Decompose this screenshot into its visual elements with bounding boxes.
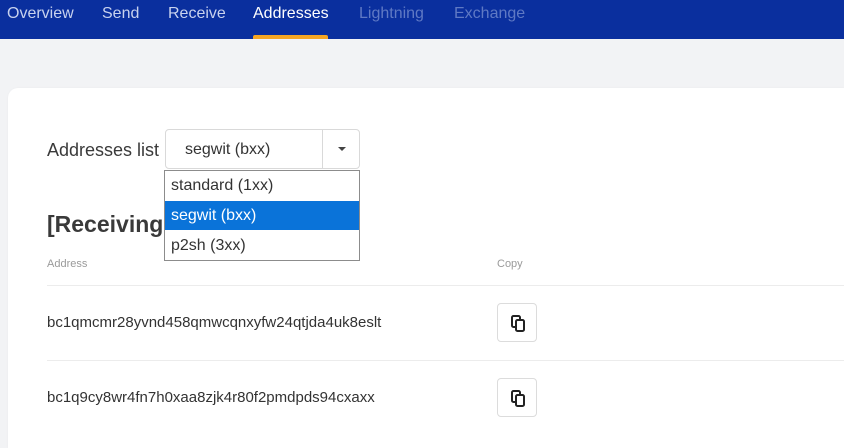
address-value: bc1q9cy8wr4fn7h0xaa8zjk4r80f2pmdpds94cxa… (47, 389, 375, 406)
address-type-select-value: segwit (bxx) (185, 141, 271, 158)
copy-icon (511, 315, 525, 332)
column-header-address: Address (47, 258, 88, 270)
tab-exchange: Exchange (454, 5, 526, 22)
address-value: bc1qmcmr28yvnd458qmwcqnxyfw24qtjda4uk8es… (47, 314, 382, 331)
tab-lightning: Lightning (359, 5, 424, 22)
address-type-select[interactable]: segwit (bxx) (165, 129, 360, 169)
chevron-down-icon[interactable] (338, 147, 346, 151)
copy-button[interactable] (497, 378, 537, 417)
row-divider (47, 360, 844, 361)
addresses-list-label: Addresses list (47, 140, 160, 160)
tab-addresses[interactable]: Addresses (253, 5, 329, 23)
tab-overview[interactable]: Overview (7, 5, 74, 23)
tab-receive[interactable]: Receive (168, 5, 226, 23)
dropdown-option-standard[interactable]: standard (1xx) (165, 171, 359, 200)
section-title: [Receiving (47, 211, 164, 237)
row-divider (47, 285, 844, 286)
active-tab-indicator (253, 35, 328, 39)
top-nav: Overview Send Receive Addresses Lightnin… (0, 0, 844, 39)
column-header-copy: Copy (497, 258, 523, 270)
select-divider (322, 130, 323, 168)
address-type-dropdown: standard (1xx) segwit (bxx) p2sh (3xx) (164, 170, 360, 261)
tab-send[interactable]: Send (102, 5, 139, 23)
copy-icon (511, 390, 525, 407)
copy-button[interactable] (497, 303, 537, 342)
dropdown-option-segwit[interactable]: segwit (bxx) (165, 201, 359, 230)
dropdown-option-p2sh[interactable]: p2sh (3xx) (165, 231, 359, 260)
